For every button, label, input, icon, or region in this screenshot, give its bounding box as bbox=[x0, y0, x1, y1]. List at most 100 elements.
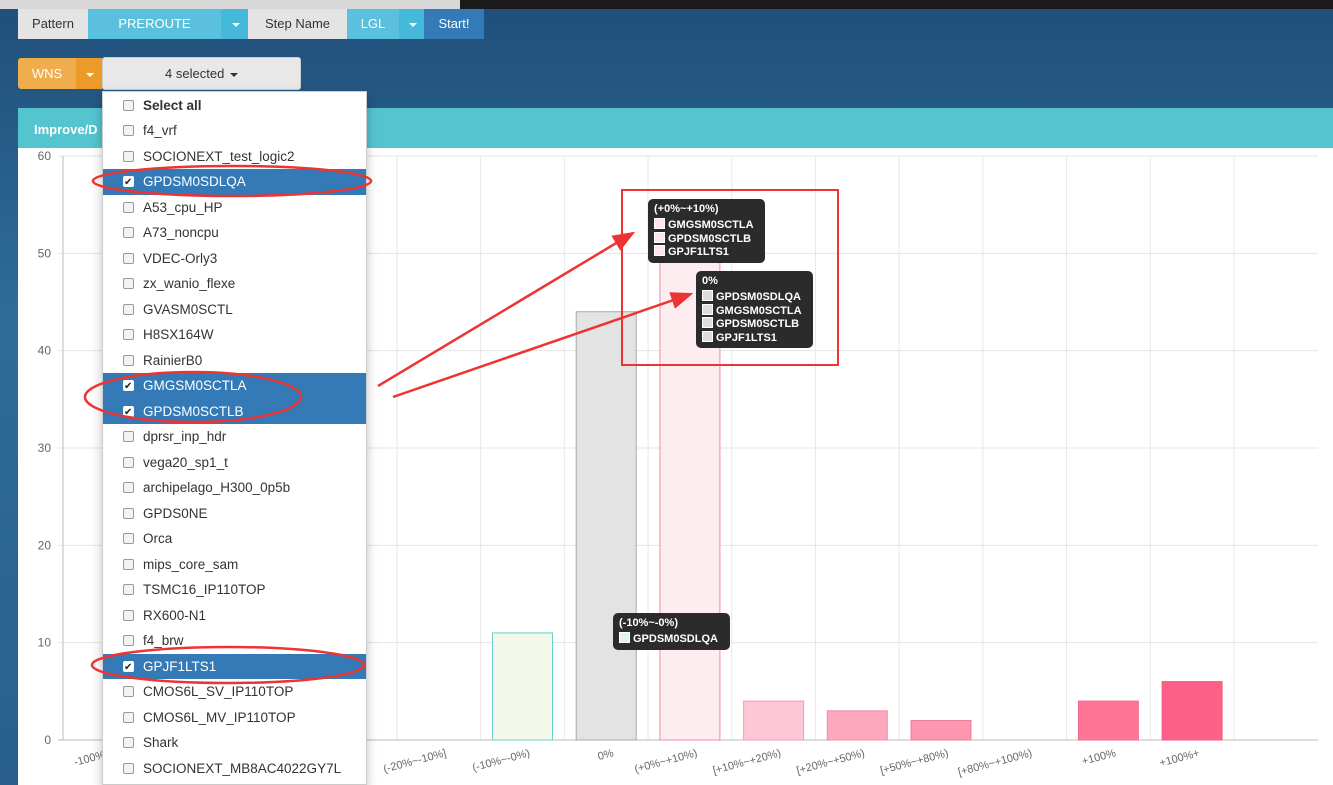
checkbox[interactable] bbox=[123, 374, 134, 400]
checkbox[interactable] bbox=[123, 150, 134, 162]
option-label: Orca bbox=[143, 531, 173, 546]
option-label: A73_noncpu bbox=[143, 225, 219, 240]
y-tick-label: 60 bbox=[38, 149, 52, 163]
y-tick-label: 40 bbox=[38, 344, 52, 358]
x-tick-label: [+10%~+20%) bbox=[712, 747, 783, 777]
option-label: CMOS6L_SV_IP110TOP bbox=[143, 684, 294, 699]
checkbox[interactable] bbox=[123, 507, 134, 519]
checkbox[interactable] bbox=[123, 170, 134, 196]
tooltip-row-label: GMGSM0SCTLA bbox=[716, 304, 802, 317]
checkbox[interactable] bbox=[123, 558, 134, 570]
x-tick-label: (-10%~-0%) bbox=[471, 747, 531, 774]
design-option[interactable]: Shark bbox=[103, 730, 366, 756]
option-label: archipelago_H300_0p5b bbox=[143, 480, 291, 495]
design-option[interactable]: dprsr_inp_hdr bbox=[103, 424, 366, 450]
design-option[interactable]: GMGSM0SCTLA bbox=[103, 373, 366, 400]
design-option[interactable]: GPDSM0SCTLB bbox=[103, 398, 366, 425]
y-tick-label: 30 bbox=[38, 441, 52, 455]
checkbox[interactable] bbox=[123, 99, 134, 111]
legend-swatch bbox=[702, 303, 713, 315]
tooltip-row: GPDSM0SDLQA bbox=[619, 632, 724, 646]
legend-swatch bbox=[702, 330, 713, 342]
design-option[interactable]: GVASM0SCTL bbox=[103, 297, 366, 323]
checkbox[interactable] bbox=[123, 711, 134, 723]
checkbox[interactable] bbox=[123, 482, 134, 493]
checkbox[interactable] bbox=[123, 686, 134, 697]
checkbox[interactable] bbox=[123, 125, 134, 136]
option-label: GPDSM0SDLQA bbox=[143, 174, 246, 189]
checkbox[interactable] bbox=[123, 456, 134, 468]
x-tick-label: [+50%~+80%) bbox=[879, 747, 950, 777]
option-label: GVASM0SCTL bbox=[143, 301, 233, 317]
design-option[interactable]: f4_brw bbox=[103, 628, 366, 654]
design-option[interactable]: SOCIONEXT_test_logic2 bbox=[103, 144, 366, 170]
legend-swatch bbox=[654, 218, 665, 229]
checkbox[interactable] bbox=[123, 400, 134, 425]
option-label: zx_wanio_flexe bbox=[143, 276, 236, 291]
checkbox[interactable] bbox=[123, 252, 134, 264]
checkbox[interactable] bbox=[123, 533, 134, 544]
tooltip-pos0-10: (+0%~+10%) GMGSM0SCTLA GPDSM0SCTLB GPJF1LTS… bbox=[648, 199, 765, 263]
tooltip-row-label: GPJF1LTS1 bbox=[668, 246, 729, 258]
checkbox[interactable] bbox=[123, 609, 134, 621]
design-option[interactable]: GPDS0NE bbox=[103, 501, 366, 527]
option-label: vega20_sp1_t bbox=[143, 454, 228, 470]
option-label: f4_brw bbox=[143, 633, 184, 648]
tooltip-title: 0% bbox=[702, 275, 718, 287]
option-label: RX600-N1 bbox=[143, 607, 207, 623]
checkbox[interactable] bbox=[123, 635, 134, 646]
design-option[interactable]: A53_cpu_HP bbox=[103, 195, 366, 221]
design-option[interactable]: RainierB0 bbox=[103, 348, 366, 374]
bar bbox=[826, 710, 888, 741]
design-option[interactable]: mips_core_sam bbox=[103, 552, 366, 578]
tooltip-row: GMGSM0SCTLA bbox=[654, 218, 759, 232]
x-tick-label: (+0%~+10%) bbox=[633, 747, 698, 775]
checkbox[interactable] bbox=[123, 737, 134, 748]
tooltip-row: GPJF1LTS1 bbox=[702, 330, 807, 345]
tooltip-row-label: GPDSM0SCTLB bbox=[668, 232, 752, 245]
checkbox[interactable] bbox=[123, 431, 134, 442]
design-option[interactable]: f4_vrf bbox=[103, 118, 366, 144]
option-label: GMGSM0SCTLA bbox=[143, 378, 247, 393]
design-option[interactable]: RX600-N1 bbox=[103, 603, 366, 629]
checkbox[interactable] bbox=[123, 762, 134, 774]
tooltip-title: (+0%~+10%) bbox=[654, 203, 719, 215]
checkbox[interactable] bbox=[123, 329, 134, 340]
design-option[interactable]: H8SX164W bbox=[103, 322, 366, 348]
design-dropdown-menu: Select all f4_vrf SOCIONEXT_test_logic2 GPD… bbox=[102, 91, 367, 785]
tooltip-row: GPDSM0SCTLB bbox=[702, 317, 807, 331]
checkbox[interactable] bbox=[123, 655, 134, 680]
design-option[interactable]: archipelago_H300_0p5b bbox=[103, 475, 366, 501]
checkbox[interactable] bbox=[123, 584, 134, 595]
option-label: SOCIONEXT_MB8AC4022GY7L bbox=[143, 760, 342, 776]
tooltip-row-label: GPDSM0SDLQA bbox=[633, 633, 718, 645]
y-tick-label: 50 bbox=[38, 246, 52, 260]
design-option[interactable]: CMOS6L_MV_IP110TOP bbox=[103, 705, 366, 731]
x-tick-label: (-20%~-10%] bbox=[382, 747, 447, 775]
design-option[interactable]: GPJF1LTS1 bbox=[103, 653, 366, 680]
checkbox[interactable] bbox=[123, 354, 134, 366]
option-label: TSMC16_IP110TOP bbox=[143, 582, 266, 597]
checkbox[interactable] bbox=[123, 227, 134, 238]
design-option[interactable]: Orca bbox=[103, 526, 366, 552]
option-label: RainierB0 bbox=[143, 352, 203, 368]
design-option[interactable]: vega20_sp1_t bbox=[103, 450, 366, 476]
design-option[interactable]: TSMC16_IP110TOP bbox=[103, 577, 366, 603]
tooltip-neg10-0: (-10%~-0%) GPDSM0SDLQA bbox=[613, 613, 730, 650]
design-option[interactable]: CMOS6L_SV_IP110TOP bbox=[103, 679, 366, 705]
design-option[interactable]: GPDSM0SDLQA bbox=[103, 169, 366, 196]
design-option[interactable]: VDEC-Orly3 bbox=[103, 246, 366, 272]
legend-swatch bbox=[619, 632, 630, 643]
design-option[interactable]: A73_noncpu bbox=[103, 220, 366, 246]
select-all-option[interactable]: Select all bbox=[103, 93, 366, 119]
design-option[interactable]: SOCIONEXT_MB8AC4022GY7L bbox=[103, 756, 366, 782]
tooltip-row-label: GPJF1LTS1 bbox=[716, 331, 777, 344]
checkbox[interactable] bbox=[123, 303, 134, 315]
y-tick-label: 10 bbox=[38, 636, 52, 650]
checkbox[interactable] bbox=[123, 201, 134, 213]
checkbox[interactable] bbox=[123, 278, 134, 289]
option-label: H8SX164W bbox=[143, 327, 214, 342]
option-label: f4_vrf bbox=[143, 123, 177, 138]
x-tick-label: [+20%~+50%) bbox=[795, 747, 866, 777]
design-option[interactable]: zx_wanio_flexe bbox=[103, 271, 366, 297]
